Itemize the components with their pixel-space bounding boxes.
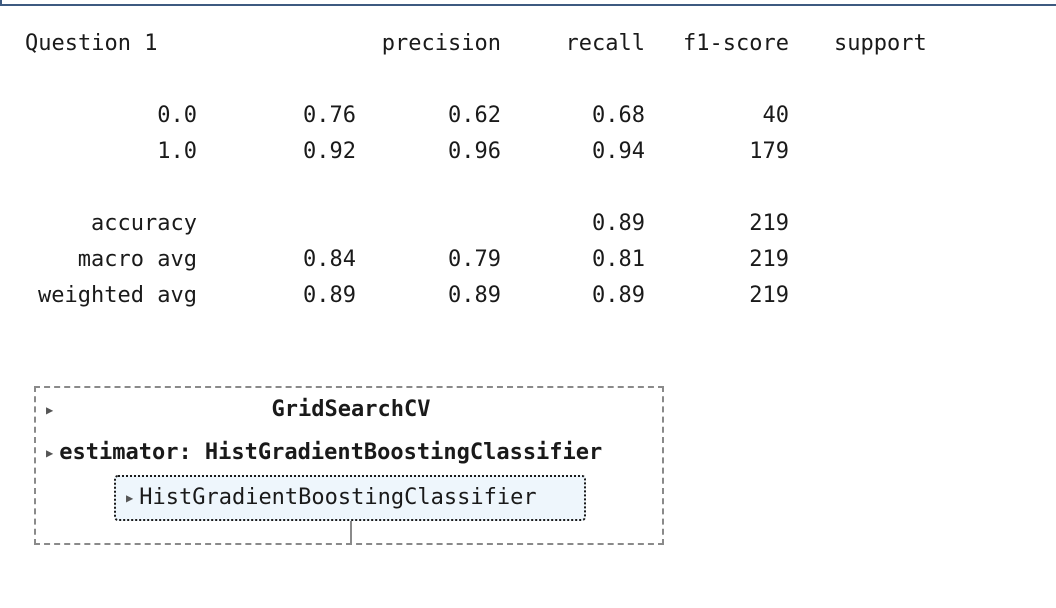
summary-support: 219 [749,283,789,308]
row-label: 1.0 [157,139,197,164]
hgb-classifier-toggle[interactable]: ▶ HistGradientBoostingClassifier [114,475,586,521]
row-recall: 0.96 [448,139,501,164]
classification-report: Question 1 precision recall f1-score sup… [0,0,1056,330]
estimator-label: estimator: HistGradientBoostingClassifie… [59,440,603,465]
row-support: 179 [749,139,789,164]
header-support: support [834,31,927,56]
header-recall: recall [565,31,645,56]
summary-f1: 0.89 [592,211,645,236]
estimator-toggle[interactable]: ▶ estimator: HistGradientBoostingClassifi… [46,435,656,471]
row-precision: 0.92 [303,139,356,164]
summary-support: 219 [749,247,789,272]
summary-f1: 0.81 [592,247,645,272]
summary-label: accuracy [91,211,197,236]
summary-label: weighted avg [38,283,197,308]
row-support: 40 [762,103,790,128]
summary-f1: 0.89 [592,283,645,308]
gridsearch-estimator-diagram: ▶ GridSearchCV ▶ estimator: HistGradientB… [34,386,664,545]
summary-support: 219 [749,211,789,236]
row-precision: 0.76 [303,103,356,128]
row-f1: 0.68 [592,103,645,128]
summary-precision [250,206,356,242]
summary-precision: 0.89 [303,283,356,308]
summary-label: macro avg [77,247,197,272]
header-precision: precision [381,31,501,56]
row-f1: 0.94 [592,139,645,164]
gridsearch-label: GridSearchCV [271,397,431,422]
triangle-right-icon[interactable]: ▶ [46,435,53,471]
hgb-classifier-label: HistGradientBoostingClassifier [139,485,537,510]
summary-recall [395,206,501,242]
summary-recall: 0.79 [448,247,501,272]
summary-recall: 0.89 [448,283,501,308]
diagram-connector [350,521,352,543]
header-f1: f1-score [683,31,789,56]
row-label: 0.0 [157,103,197,128]
report-title: Question 1 [25,31,158,56]
row-recall: 0.62 [448,103,501,128]
gridsearch-toggle[interactable]: ▶ GridSearchCV [46,392,656,428]
summary-precision: 0.84 [303,247,356,272]
triangle-right-icon[interactable]: ▶ [126,477,133,519]
